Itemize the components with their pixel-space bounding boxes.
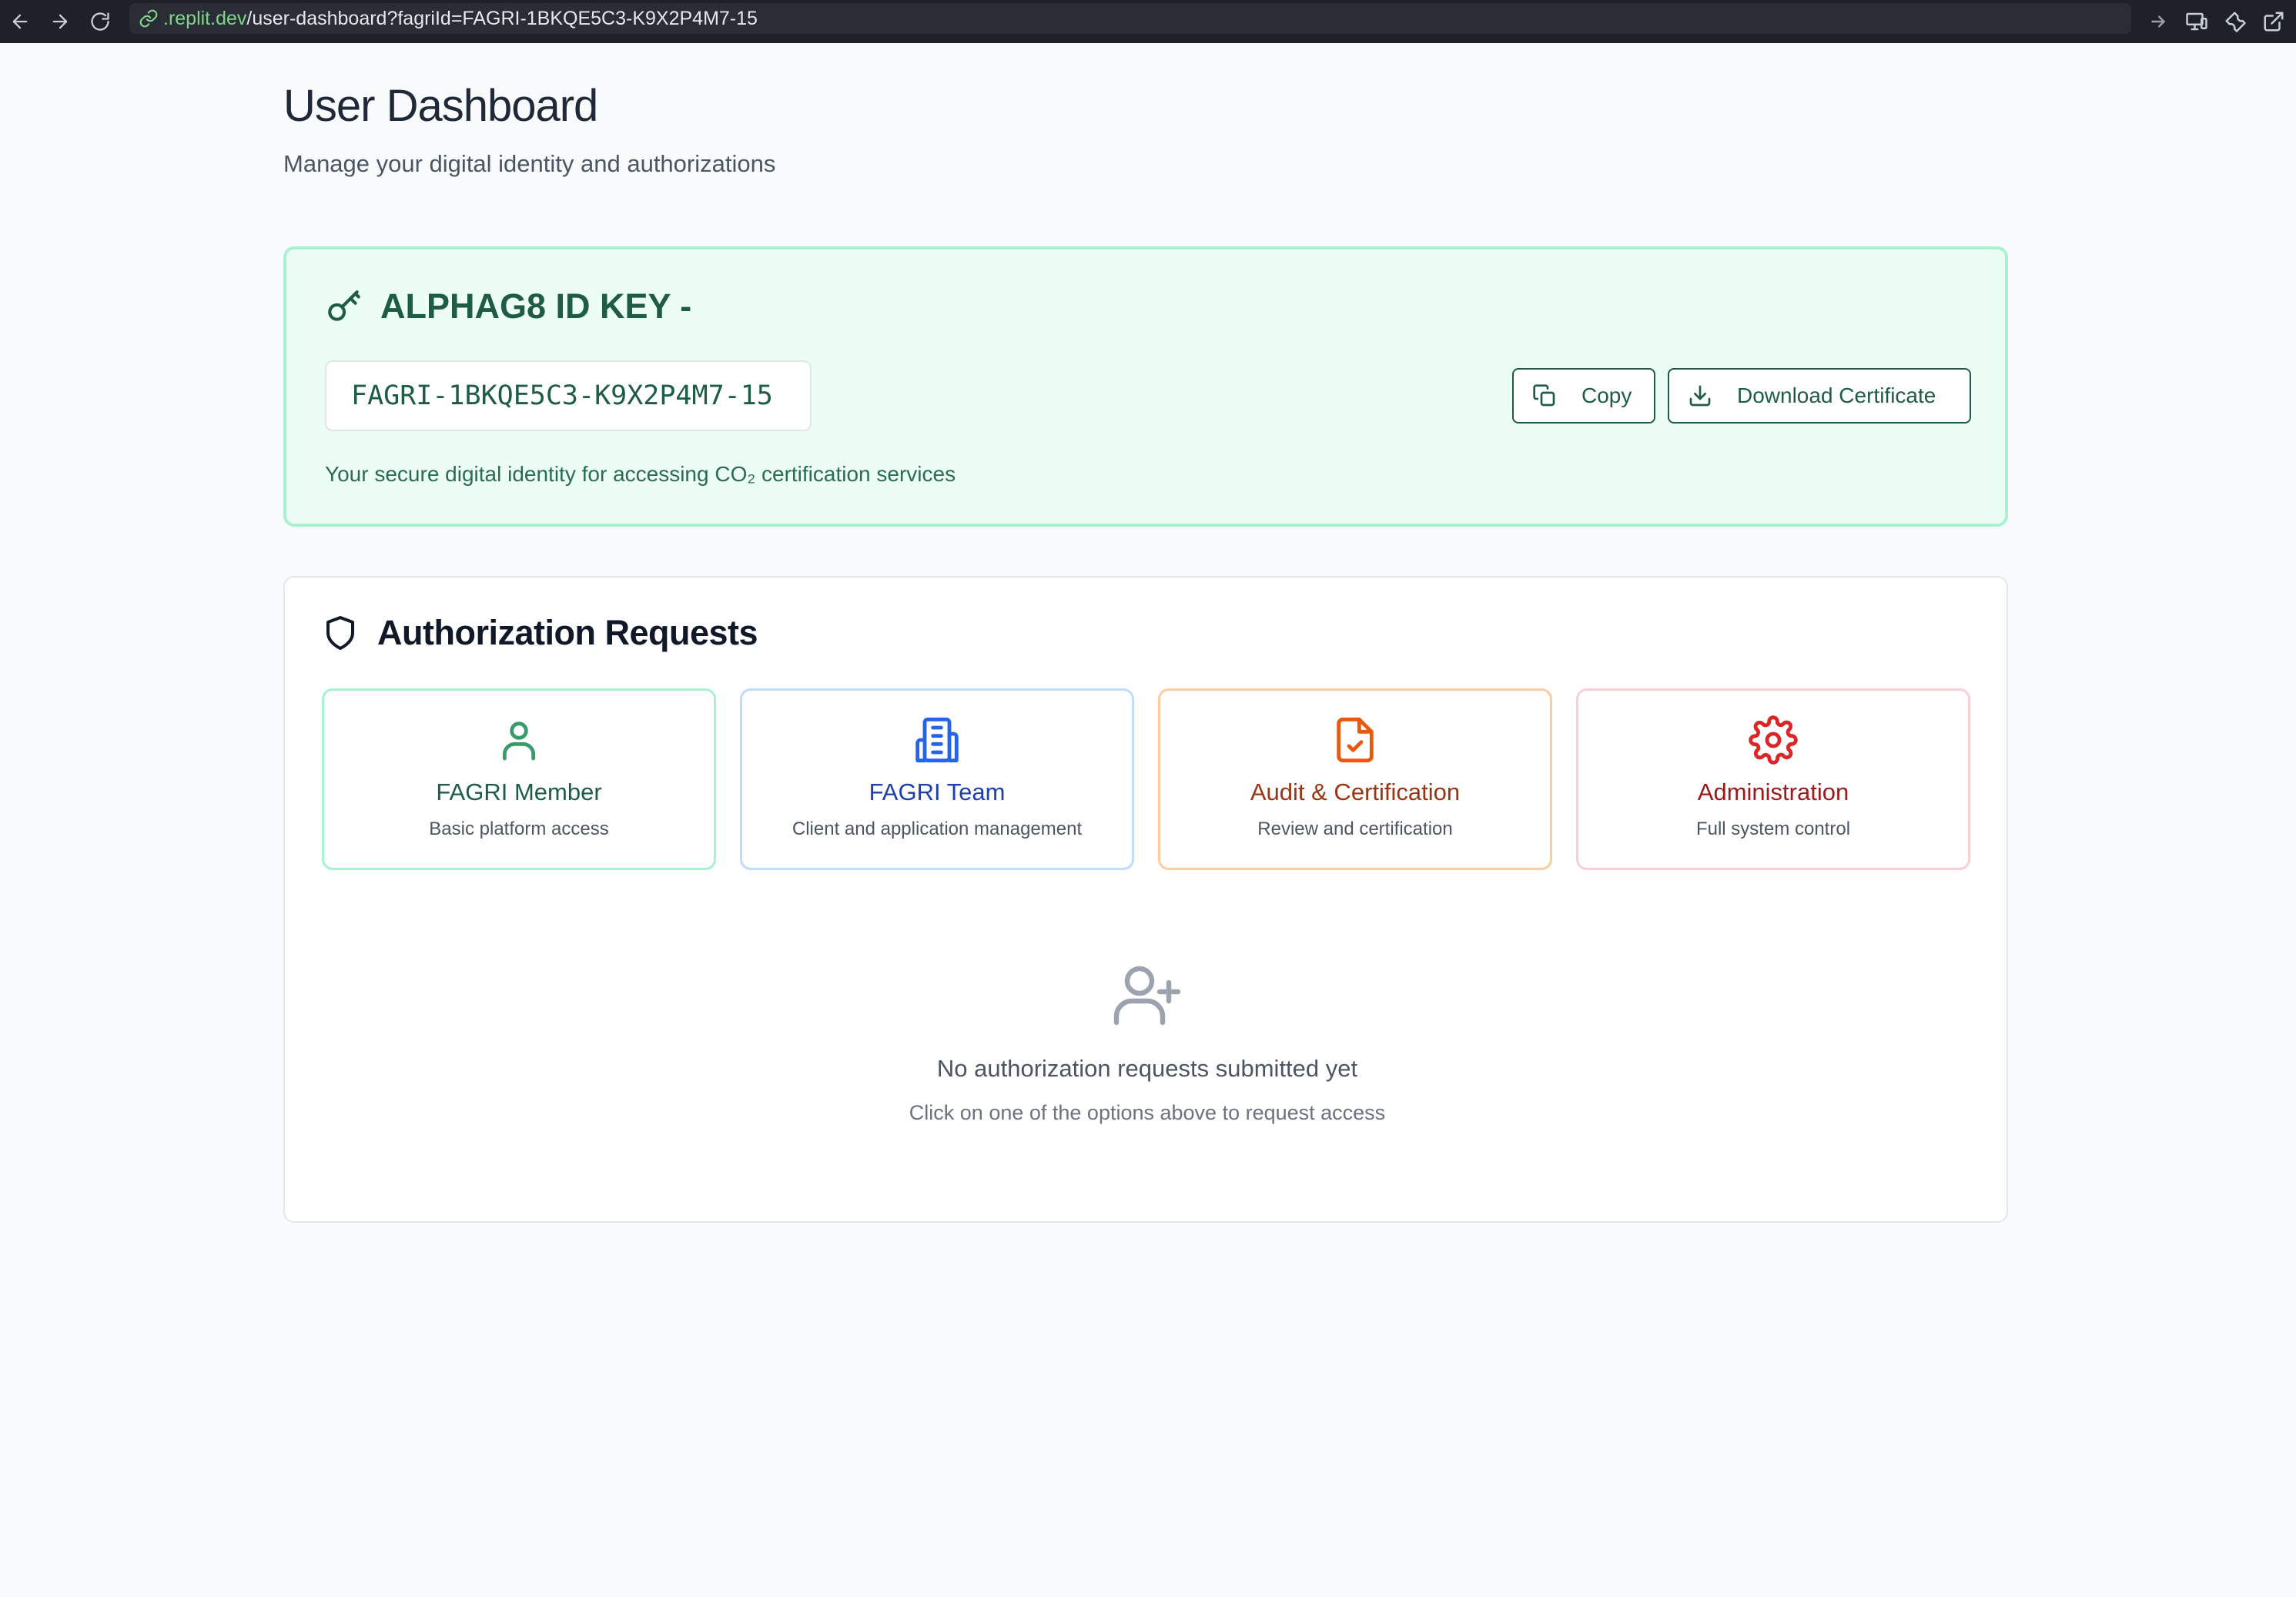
devices-icon[interactable] — [2185, 10, 2208, 33]
reload-button[interactable] — [80, 0, 120, 43]
link-icon — [139, 9, 158, 28]
arrow-right-small-icon[interactable] — [2147, 10, 2170, 33]
role-name: FAGRI Member — [436, 778, 602, 805]
arrow-right-icon — [52, 14, 68, 29]
file-check-icon — [1337, 717, 1374, 763]
url-host: .replit.dev — [163, 7, 247, 29]
role-description: Client and application management — [792, 819, 1083, 839]
copy-button[interactable]: Copy — [1512, 368, 1655, 424]
id-key-title: ALPHAG8 ID KEY - — [380, 286, 692, 326]
key-icon — [328, 290, 360, 321]
building-icon — [915, 717, 959, 763]
role-description: Review and certification — [1257, 819, 1453, 839]
download-icon — [1689, 385, 1711, 407]
user-icon — [502, 721, 536, 761]
role-name: Audit & Certification — [1250, 778, 1461, 805]
shield-icon — [326, 616, 354, 650]
copy-icon — [1533, 384, 1555, 407]
role-name: FAGRI Team — [869, 778, 1006, 805]
wrench-icon[interactable] — [2224, 10, 2247, 33]
url-path: /user-dashboard?fagriId=FAGRI-1BKQE5C3-K… — [246, 7, 758, 29]
role-description: Full system control — [1695, 819, 1851, 839]
external-link-icon[interactable] — [2262, 10, 2285, 33]
role-name: Administration — [1697, 778, 1849, 805]
gear-icon — [1749, 715, 1798, 765]
browser-toolbar: .replit.dev/user-dashboard?fagriId=FAGRI… — [0, 0, 2296, 43]
empty-state-title: No authorization requests submitted yet — [936, 1055, 1358, 1082]
download-certificate-label: Download Certificate — [1737, 383, 1936, 407]
role-option-administration[interactable]: Administration Full system control — [1576, 688, 1970, 870]
authorization-requests-card: Authorization Requests FAGRI Member Basi… — [283, 576, 2008, 1223]
address-bar[interactable]: .replit.dev/user-dashboard?fagriId=FAGRI… — [129, 3, 2131, 34]
role-option-audit-certification[interactable]: Audit & Certification Review and certifi… — [1158, 688, 1552, 870]
id-key-note: Your secure digital identity for accessi… — [325, 462, 956, 486]
reload-icon — [91, 12, 109, 31]
arrow-left-icon — [12, 14, 28, 29]
empty-state: No authorization requests submitted yet … — [285, 958, 2010, 1125]
role-description: Basic platform access — [429, 819, 609, 839]
page-subtitle: Manage your digital identity and authori… — [283, 150, 776, 178]
id-key-value[interactable]: FAGRI-1BKQE5C3-K9X2P4M7-15 — [325, 360, 812, 431]
forward-button[interactable] — [40, 0, 80, 43]
back-button[interactable] — [0, 0, 40, 43]
page-title: User Dashboard — [283, 81, 598, 131]
role-option-fagri-member[interactable]: FAGRI Member Basic platform access — [322, 688, 716, 870]
authorization-requests-title: Authorization Requests — [377, 613, 758, 652]
id-key-card: ALPHAG8 ID KEY - FAGRI-1BKQE5C3-K9X2P4M7… — [283, 246, 2008, 527]
empty-state-subtitle: Click on one of the options above to req… — [909, 1101, 1386, 1124]
role-option-fagri-team[interactable]: FAGRI Team Client and application manage… — [740, 688, 1134, 870]
copy-label: Copy — [1581, 383, 1632, 407]
dashboard-main: User Dashboard Manage your digital ident… — [283, 77, 2008, 1223]
user-plus-icon — [1113, 966, 1181, 1026]
download-certificate-button[interactable]: Download Certificate — [1668, 368, 1971, 424]
